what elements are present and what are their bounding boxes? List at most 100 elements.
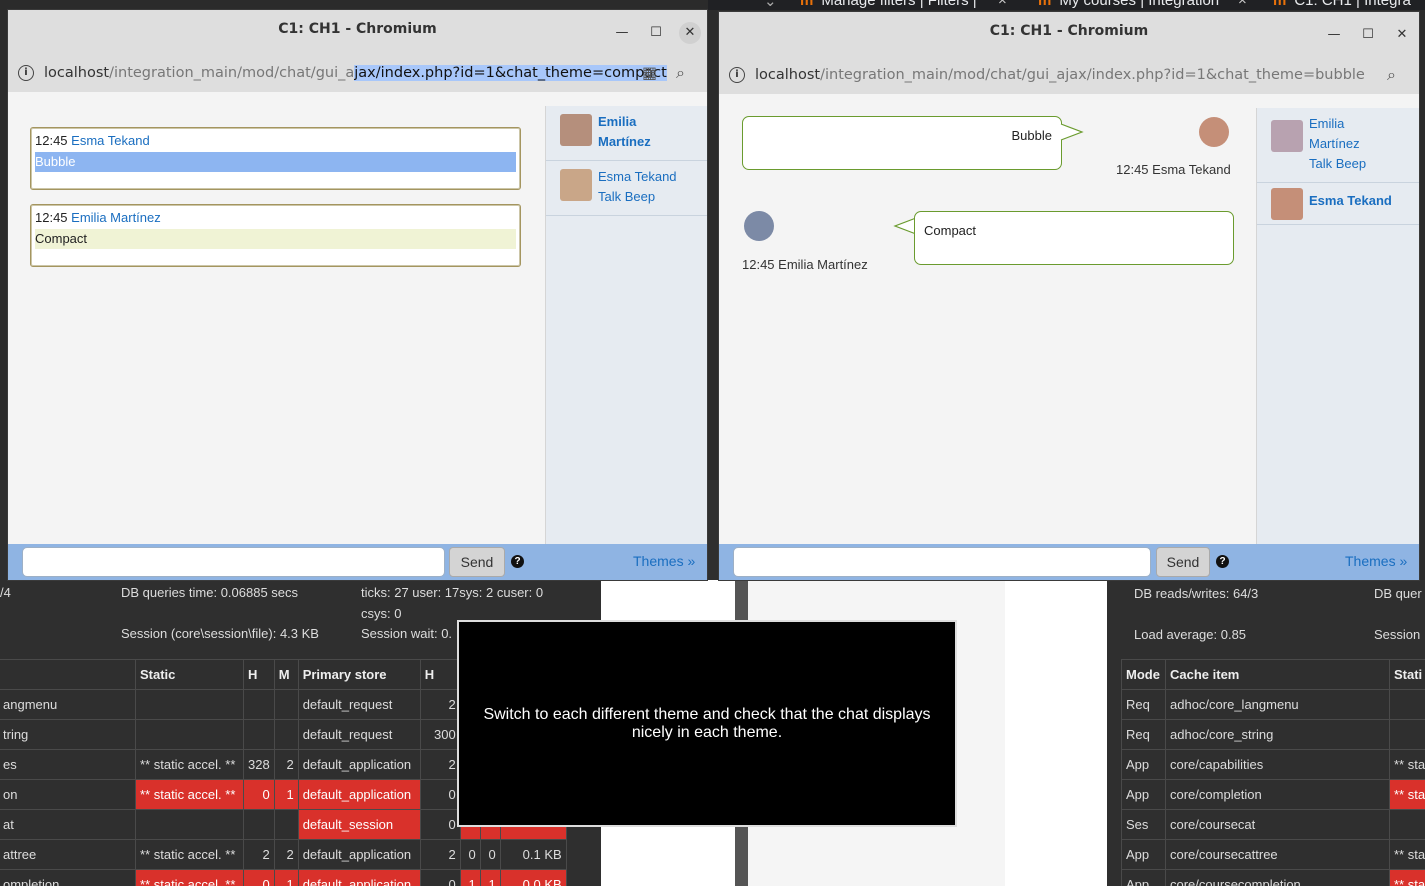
table-cell: tring <box>0 719 136 750</box>
chat-message: 12:45 Emilia Martínez Compact <box>30 204 521 267</box>
table-cell: ** sta <box>1389 749 1425 780</box>
url-path: /integration_main/mod/chat/gui_a <box>109 65 355 81</box>
table-row: App core/coursecattree ** sta <box>1121 839 1425 870</box>
maximize-icon[interactable]: ☐ <box>1357 24 1379 46</box>
column-header: M <box>273 659 299 690</box>
stat-text: ticks: 27 user: 17sys: 2 cuser: 0 <box>361 585 544 600</box>
background-tab[interactable]: m My courses | Integration <box>1038 0 1233 10</box>
instruction-text: Switch to each different theme and check… <box>483 705 931 741</box>
send-button[interactable]: Send <box>449 547 505 577</box>
table-cell <box>135 809 244 840</box>
maximize-icon[interactable]: ☐ <box>645 22 667 44</box>
url-path: /integration_main/mod/chat/gui_ajax/inde… <box>820 67 1365 83</box>
user-name[interactable]: Esma Tekand <box>598 167 707 187</box>
url-host: localhost <box>755 67 821 83</box>
tab-close-icon[interactable]: × <box>1238 0 1250 10</box>
table-cell: 1 <box>459 869 481 886</box>
message-input[interactable] <box>22 547 445 577</box>
themes-link[interactable]: Themes » <box>1345 553 1407 569</box>
user-name[interactable]: Esma Tekand <box>1309 191 1419 211</box>
table-cell: 2 <box>419 689 461 720</box>
help-icon[interactable]: ? <box>511 555 524 568</box>
user-list-item[interactable]: Esma Tekand <box>1257 183 1419 225</box>
table-cell: ** stat <box>1389 779 1425 810</box>
message-user[interactable]: Esma Tekand <box>71 133 150 148</box>
close-icon[interactable]: ✕ <box>679 22 701 44</box>
table-cell: angmenu <box>0 689 136 720</box>
table-row: Req adhoc/core_langmenu <box>1121 689 1425 720</box>
column-header: Static <box>135 659 244 690</box>
table-cell: adhoc/core_langmenu <box>1165 689 1390 720</box>
user-name[interactable]: Emilia <box>1309 114 1419 134</box>
table-cell: ** static accel. ** <box>135 749 244 780</box>
user-name[interactable]: Martínez <box>598 132 707 152</box>
table-cell <box>243 689 275 720</box>
window-titlebar[interactable]: C1: CH1 - Chromium — ☐ ✕ <box>719 12 1419 56</box>
help-icon[interactable]: ? <box>1216 555 1229 568</box>
user-list-item[interactable]: Emilia Martínez <box>546 106 707 161</box>
chat-bubble: Bubble <box>742 116 1062 170</box>
table-cell: App <box>1121 869 1166 886</box>
table-cell: default_request <box>297 719 421 750</box>
user-name[interactable]: Martínez <box>1309 134 1419 154</box>
table-cell: default_application <box>297 869 421 886</box>
column-header: Cache item <box>1165 659 1390 690</box>
chat-content: Bubble 12:45 Esma Tekand 12:45 Emilia Ma… <box>719 94 1419 544</box>
table-cell: ompletion <box>0 869 136 886</box>
user-list-item[interactable]: Emilia Martínez Talk Beep <box>1257 108 1419 183</box>
table-cell: ** static accel. ** <box>135 839 244 870</box>
qr-code-icon[interactable]: ▦ <box>642 64 657 82</box>
table-cell: 300 <box>419 719 461 750</box>
message-user[interactable]: Emilia Martínez <box>71 210 161 225</box>
table-row: Ses core/coursecat <box>1121 809 1425 840</box>
table-cell: default_application <box>297 779 421 810</box>
stat-text: DB reads/writes: 64/3 <box>1134 586 1259 601</box>
table-row: Req adhoc/core_string <box>1121 719 1425 750</box>
tab-dropdown-icon[interactable]: ⌄ <box>764 0 777 10</box>
talk-beep-link[interactable]: Talk Beep <box>598 187 707 207</box>
table-cell <box>135 719 244 750</box>
table-cell <box>273 689 299 720</box>
site-info-icon[interactable]: i <box>18 65 34 81</box>
message-meta: 12:45 Esma Tekand <box>1116 162 1231 177</box>
table-cell: 1 <box>273 779 299 810</box>
url-text[interactable]: localhost/integration_main/mod/chat/gui_… <box>44 54 667 92</box>
site-info-icon[interactable]: i <box>729 67 745 83</box>
minimize-icon[interactable]: — <box>611 22 633 44</box>
table-cell <box>243 809 275 840</box>
close-icon[interactable]: ✕ <box>1391 24 1413 46</box>
url-text[interactable]: localhost/integration_main/mod/chat/gui_… <box>755 56 1365 94</box>
zoom-icon[interactable]: ⌕ <box>1387 66 1396 84</box>
table-cell: 0 <box>459 839 481 870</box>
background-tab[interactable]: m C1: CH1 | Integra <box>1273 0 1425 10</box>
talk-beep-link[interactable]: Talk Beep <box>1309 154 1419 174</box>
user-list: Emilia Martínez Esma Tekand Talk Beep <box>545 106 707 544</box>
table-cell: ** static accel. ** <box>135 869 244 886</box>
send-button[interactable]: Send <box>1156 547 1210 577</box>
table-cell: core/capabilities <box>1165 749 1390 780</box>
column-header: H <box>243 659 275 690</box>
zoom-icon[interactable]: ⌕ <box>676 64 685 82</box>
column-header: Primary store <box>297 659 421 690</box>
table-cell: 0.0 KB <box>499 869 567 886</box>
message-meta: 12:45 Emilia Martínez <box>742 257 868 272</box>
table-row: Appcore/completion** stat <box>1121 779 1425 810</box>
table-cell <box>273 809 299 840</box>
minimize-icon[interactable]: — <box>1323 24 1345 46</box>
table-row: attree ** static accel. ** 2 2 default_appli… <box>0 839 567 870</box>
tab-close-icon[interactable]: × <box>998 0 1010 10</box>
user-list-item[interactable]: Esma Tekand Talk Beep <box>546 161 707 216</box>
themes-link[interactable]: Themes » <box>633 553 695 569</box>
table-cell: default_application <box>297 839 421 870</box>
message-text: Bubble <box>35 152 516 172</box>
message-input[interactable] <box>733 547 1151 577</box>
message-text: Compact <box>924 223 977 238</box>
table-cell: Req <box>1121 719 1166 750</box>
user-name[interactable]: Emilia <box>598 112 707 132</box>
window-titlebar[interactable]: C1: CH1 - Chromium — ☐ ✕ <box>8 10 707 54</box>
address-bar[interactable]: i localhost/integration_main/mod/chat/gu… <box>719 56 1419 94</box>
stat-text: /4 <box>0 585 11 600</box>
background-tab[interactable]: m Manage filters | Filters | <box>800 0 1005 10</box>
table-cell: 0 <box>479 839 501 870</box>
address-bar[interactable]: i localhost/integration_main/mod/chat/gu… <box>8 54 707 92</box>
